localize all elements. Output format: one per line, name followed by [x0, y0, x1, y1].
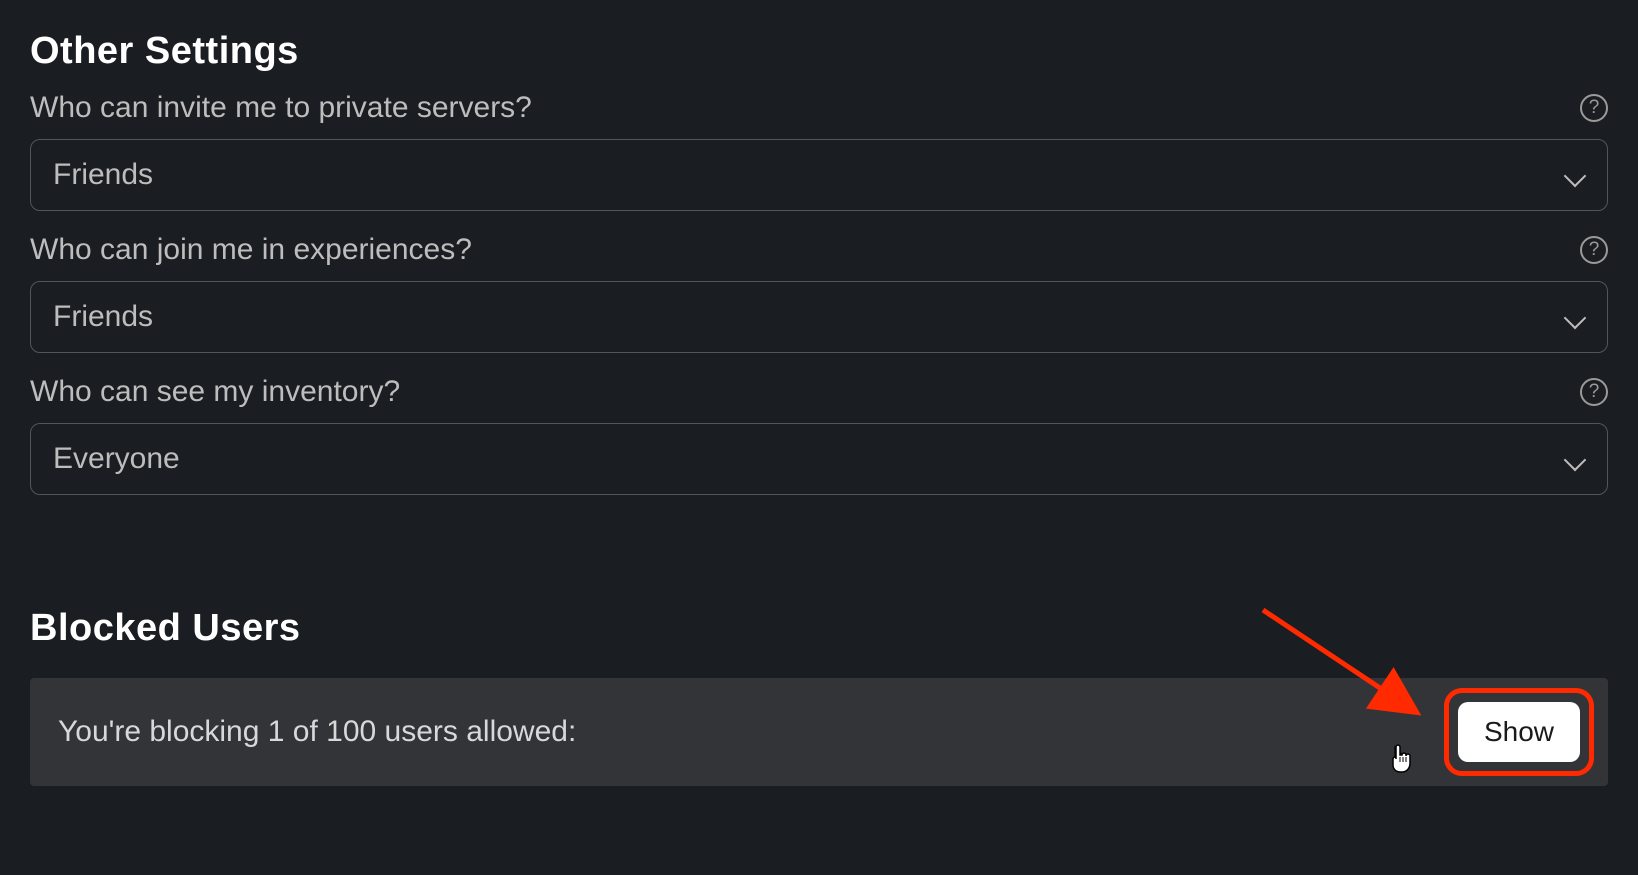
setting-label-row: Who can join me in experiences? ?	[30, 233, 1608, 267]
dropdown-inventory[interactable]: Everyone	[30, 423, 1608, 495]
setting-inventory: Who can see my inventory? ? Everyone	[30, 375, 1608, 495]
chevron-down-icon	[1563, 164, 1585, 186]
show-button[interactable]: Show	[1458, 702, 1580, 762]
setting-label: Who can invite me to private servers?	[30, 91, 532, 125]
dropdown-value: Friends	[53, 158, 153, 192]
setting-label-row: Who can see my inventory? ?	[30, 375, 1608, 409]
setting-join-experiences: Who can join me in experiences? ? Friend…	[30, 233, 1608, 353]
setting-private-servers: Who can invite me to private servers? ? …	[30, 91, 1608, 211]
other-settings-heading: Other Settings	[30, 30, 1608, 73]
dropdown-private-servers[interactable]: Friends	[30, 139, 1608, 211]
blocked-users-status: You're blocking 1 of 100 users allowed:	[58, 715, 576, 749]
help-icon[interactable]: ?	[1580, 378, 1608, 406]
dropdown-value: Friends	[53, 300, 153, 334]
blocked-users-heading: Blocked Users	[30, 607, 1608, 650]
chevron-down-icon	[1563, 448, 1585, 470]
help-icon[interactable]: ?	[1580, 236, 1608, 264]
dropdown-join-experiences[interactable]: Friends	[30, 281, 1608, 353]
setting-label: Who can see my inventory?	[30, 375, 400, 409]
help-icon[interactable]: ?	[1580, 94, 1608, 122]
show-button-wrap: Show	[1458, 702, 1580, 762]
section-spacer	[30, 517, 1608, 607]
dropdown-value: Everyone	[53, 442, 180, 476]
blocked-users-bar: You're blocking 1 of 100 users allowed: …	[30, 678, 1608, 786]
setting-label: Who can join me in experiences?	[30, 233, 472, 267]
chevron-down-icon	[1563, 306, 1585, 328]
setting-label-row: Who can invite me to private servers? ?	[30, 91, 1608, 125]
